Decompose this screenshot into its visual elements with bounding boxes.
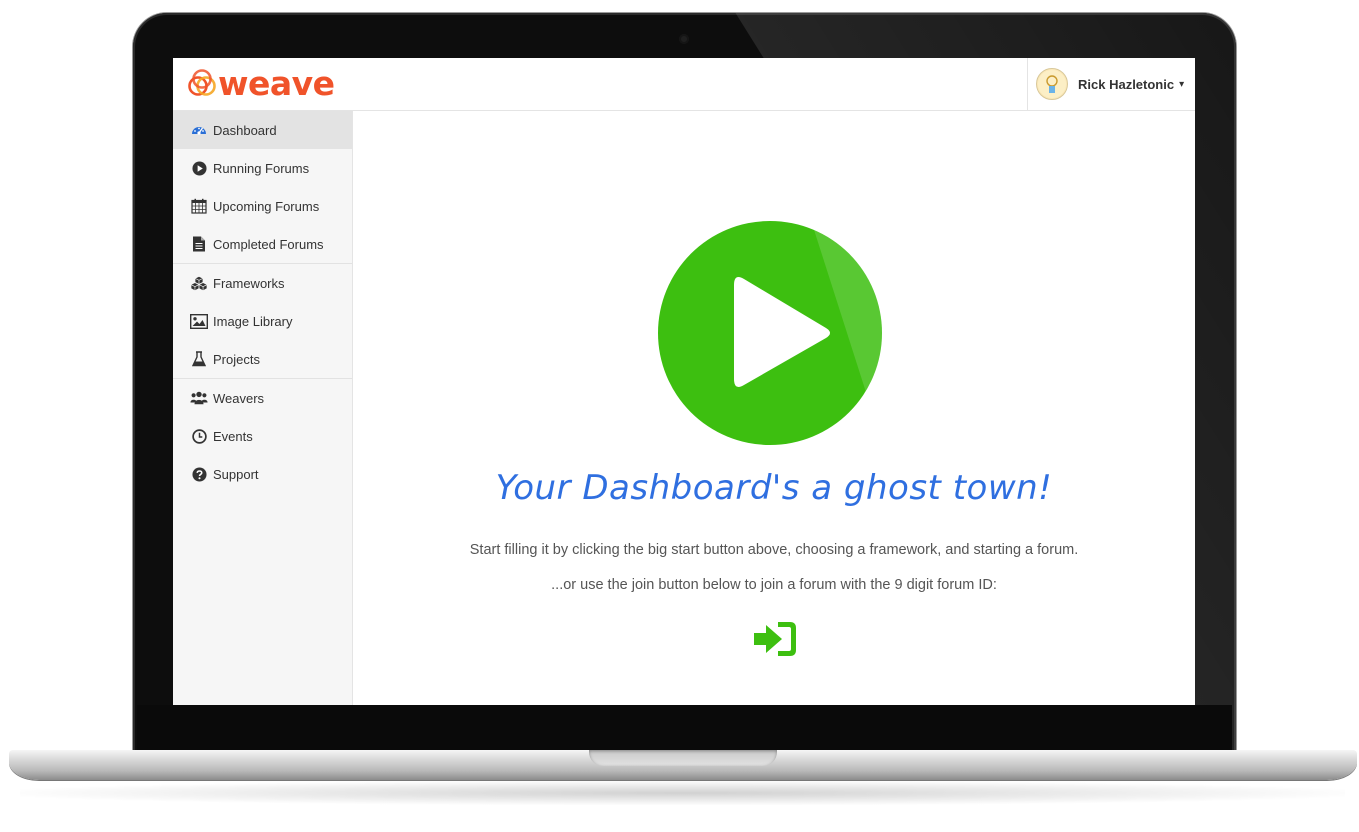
users-icon	[190, 389, 208, 407]
sidebar-item-upcoming-forums[interactable]: Upcoming Forums	[173, 187, 352, 225]
app-screen: weave Rick Hazletonic ▾ Dashboard Runnin…	[173, 58, 1195, 705]
nav-group-resources: Frameworks Image Library Projects	[173, 264, 352, 379]
join-forum-button[interactable]	[752, 619, 798, 659]
weave-logo-icon	[188, 69, 216, 96]
sidebar-item-image-library[interactable]: Image Library	[173, 302, 352, 340]
sidebar-item-label: Frameworks	[213, 275, 285, 291]
question-circle-icon	[190, 465, 208, 483]
sidebar-item-running-forums[interactable]: Running Forums	[173, 149, 352, 187]
clock-icon	[190, 427, 208, 445]
sidebar-item-label: Completed Forums	[213, 236, 324, 252]
laptop-bezel-bottom	[137, 705, 1232, 753]
sidebar-item-label: Support	[213, 466, 259, 482]
sidebar: Dashboard Running Forums Upcoming Forums…	[173, 111, 353, 705]
sidebar-item-label: Running Forums	[213, 160, 310, 176]
cubes-icon	[190, 274, 208, 292]
calendar-icon	[190, 197, 208, 215]
join-hint: ...or use the join button below to join …	[551, 577, 997, 593]
chevron-down-icon: ▾	[1179, 78, 1185, 90]
flask-icon	[190, 350, 208, 368]
sidebar-item-label: Events	[213, 428, 253, 444]
sidebar-item-completed-forums[interactable]: Completed Forums	[173, 225, 352, 263]
user-menu[interactable]: Rick Hazletonic ▾	[1027, 58, 1195, 110]
sidebar-item-label: Upcoming Forums	[213, 198, 320, 214]
start-forum-button[interactable]	[658, 221, 882, 445]
nav-group-community: Weavers Events Support	[173, 379, 352, 493]
user-name: Rick Hazletonic	[1078, 76, 1175, 92]
play-icon	[658, 221, 882, 445]
empty-state-headline: Your Dashboard's a ghost town!	[495, 468, 1053, 508]
webcam	[679, 34, 689, 44]
sidebar-item-label: Weavers	[213, 390, 265, 406]
avatar-lightbulb-icon	[1038, 70, 1066, 98]
sidebar-item-dashboard[interactable]: Dashboard	[173, 111, 352, 149]
image-icon	[190, 312, 208, 330]
dashboard-content: Your Dashboard's a ghost town! Start fil…	[353, 111, 1195, 705]
document-icon	[190, 235, 208, 253]
sidebar-item-frameworks[interactable]: Frameworks	[173, 264, 352, 302]
top-bar: weave Rick Hazletonic ▾	[173, 58, 1195, 111]
sidebar-item-label: Image Library	[213, 313, 293, 329]
sidebar-item-weavers[interactable]: Weavers	[173, 379, 352, 417]
nav-group-forums: Dashboard Running Forums Upcoming Forums…	[173, 111, 352, 264]
avatar	[1036, 68, 1068, 100]
laptop-shadow	[20, 781, 1345, 805]
sidebar-item-label: Projects	[213, 351, 260, 367]
sidebar-item-support[interactable]: Support	[173, 455, 352, 493]
sign-in-icon	[754, 622, 796, 656]
sidebar-item-label: Dashboard	[213, 122, 277, 138]
sidebar-item-projects[interactable]: Projects	[173, 340, 352, 378]
weave-logo[interactable]: weave	[187, 64, 335, 104]
empty-state-description: Start filling it by clicking the big sta…	[469, 542, 1079, 558]
logo-text: weave	[218, 64, 335, 103]
play-circle-icon	[190, 159, 208, 177]
sidebar-item-events[interactable]: Events	[173, 417, 352, 455]
dashboard-icon	[190, 121, 208, 139]
laptop-base-notch	[589, 750, 777, 766]
